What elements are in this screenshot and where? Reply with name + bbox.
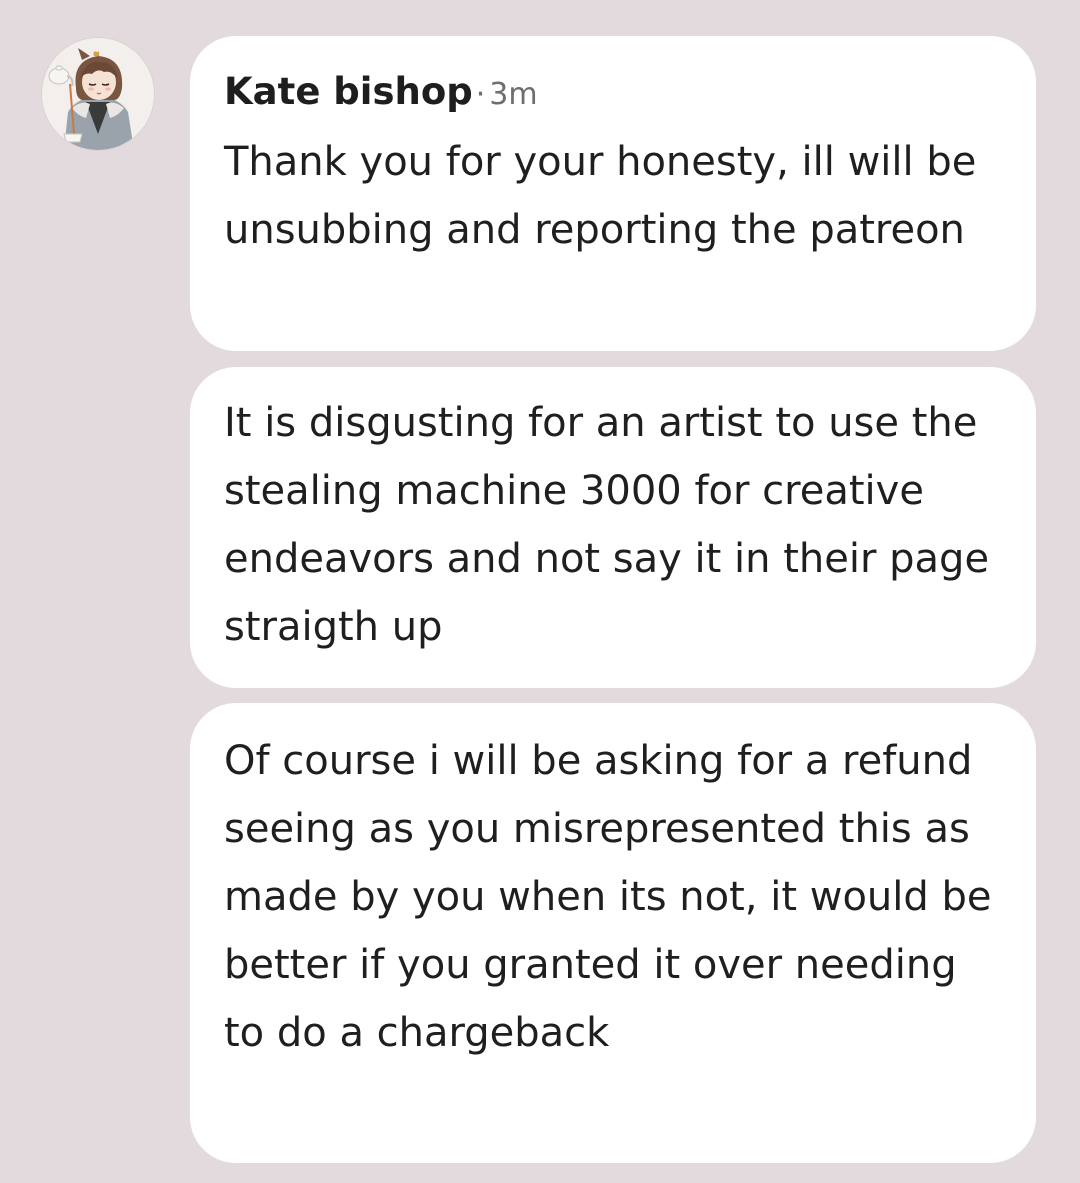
meta-separator: · <box>475 77 486 112</box>
avatar-illustration-icon <box>42 38 154 150</box>
message-text-1: Thank you for your honesty, ill will be … <box>224 139 977 253</box>
author-name[interactable]: Kate bishop <box>224 70 473 113</box>
message-bubble-1[interactable]: Kate bishop · 3m Thank you for your honest… <box>190 36 1036 351</box>
message-bubble-3[interactable]: Of course i will be asking for a refund … <box>190 703 1036 1163</box>
timestamp: 3m <box>489 77 538 112</box>
message-bubble-2[interactable]: It is disgusting for an artist to use th… <box>190 367 1036 688</box>
message-text-3: Of course i will be asking for a refund … <box>224 738 992 1056</box>
message-header: Kate bishop · 3m <box>224 70 538 113</box>
message-text-2: It is disgusting for an artist to use th… <box>224 400 990 650</box>
avatar[interactable] <box>42 38 154 150</box>
